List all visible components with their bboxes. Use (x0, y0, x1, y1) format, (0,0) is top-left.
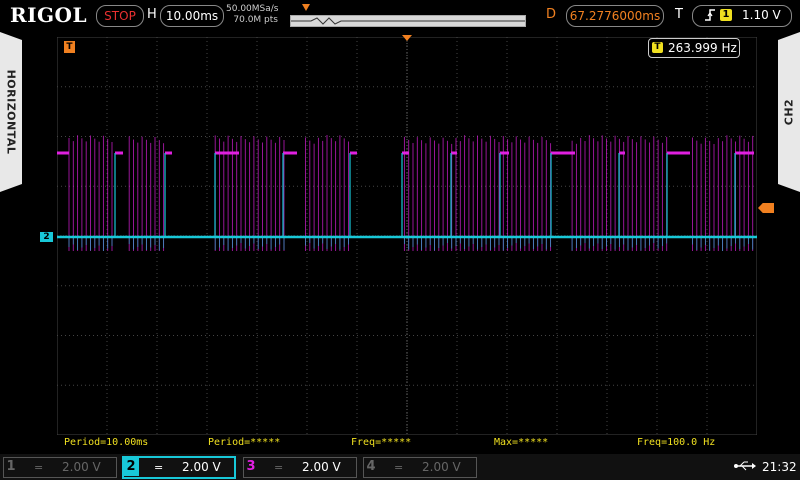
clock: 21:32 (762, 460, 797, 474)
channel-2-button[interactable]: 2 = 2.00 V (122, 456, 236, 479)
usb-icon (734, 460, 756, 476)
channel-scale: 2.00 V (302, 460, 341, 474)
top-status-bar: RIGOL STOP H 10.00ms 50.00MSa/s 70.0M pt… (0, 0, 800, 32)
channel-tab-label: CH2 (782, 98, 796, 126)
coupling-icon: = (274, 461, 284, 474)
measurement-1[interactable]: Period=10.00ms (64, 437, 148, 448)
channel-menu-tab[interactable]: CH2 (778, 32, 800, 192)
trigger-label: T (675, 7, 683, 22)
trigger-level-marker-icon[interactable] (758, 203, 774, 213)
delay-label: D (546, 7, 557, 22)
brand-logo: RIGOL (10, 3, 88, 27)
measurement-3[interactable]: Freq=***** (351, 437, 411, 448)
trigger-source-icon: T (652, 42, 663, 53)
timebase-value[interactable]: 10.00ms (160, 5, 224, 27)
channel-scale: 2.00 V (182, 460, 221, 474)
channel-scale: 2.00 V (62, 460, 101, 474)
measurement-5[interactable]: Freq=100.0 Hz (637, 437, 715, 448)
acquisition-info: 50.00MSa/s 70.0M pts (226, 4, 278, 26)
frequency-counter: T 263.999 Hz (648, 38, 740, 58)
frequency-value: 263.999 Hz (668, 41, 737, 55)
memory-depth: 70.0M pts (233, 15, 278, 25)
measurement-2[interactable]: Period=***** (208, 437, 280, 448)
channel-number: 1 (6, 459, 16, 474)
channel-4-button[interactable]: 4 = 2.00 V (363, 457, 477, 478)
channel-scale: 2.00 V (422, 460, 461, 474)
ch2-ground-marker[interactable]: 2 (40, 232, 53, 242)
trigger-position-marker[interactable]: T (64, 41, 75, 53)
channel-number: 2 (123, 457, 139, 476)
channel-number: 4 (366, 459, 376, 474)
channel-1-button[interactable]: 1 = 2.00 V (3, 457, 117, 478)
coupling-icon: = (34, 461, 44, 474)
trigger-source-badge: 1 (720, 9, 732, 21)
waveform-display[interactable] (57, 37, 757, 435)
channel-number: 3 (246, 459, 256, 474)
memory-position-marker-icon (302, 4, 310, 11)
trigger-position-top-marker-icon[interactable] (402, 35, 412, 41)
measurement-4[interactable]: Max=***** (494, 437, 548, 448)
coupling-icon: = (154, 461, 164, 474)
memory-waveform-preview (291, 17, 525, 25)
memory-overview-strip[interactable] (290, 15, 526, 27)
channel-3-button[interactable]: 3 = 2.00 V (243, 457, 357, 478)
horizontal-menu-tab[interactable]: HORIZONTAL (0, 32, 22, 192)
coupling-icon: = (394, 461, 404, 474)
horizontal-tab-label: HORIZONTAL (4, 69, 18, 155)
rising-edge-icon (704, 7, 716, 26)
trigger-level: 1.10 V (742, 8, 781, 22)
horizontal-label: H (147, 7, 157, 22)
channel-status-bar: 1 = 2.00 V 2 = 2.00 V 3 = 2.00 V 4 = 2.0… (0, 454, 800, 480)
run-stop-indicator[interactable]: STOP (96, 5, 144, 27)
sample-rate: 50.00MSa/s (226, 4, 279, 14)
delay-value[interactable]: 67.2776000ms (566, 5, 664, 27)
